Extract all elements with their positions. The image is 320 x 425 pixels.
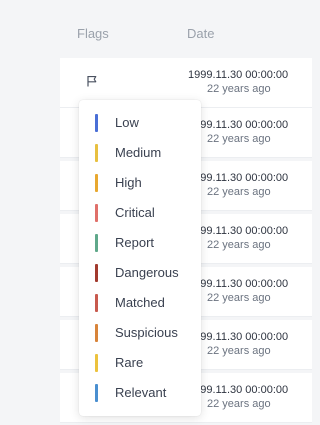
flag-option-label: Dangerous — [115, 265, 179, 280]
date-cell: 1999.11.30 00:00:00 22 years ago — [188, 68, 314, 96]
flag-color-swatch — [95, 204, 98, 222]
flag-option-matched[interactable]: Matched — [79, 288, 201, 318]
date-cell: 1999.11.30 00:00:00 22 years ago — [188, 118, 314, 146]
flag-color-swatch — [95, 144, 98, 162]
date-cell: 1999.11.30 00:00:00 22 years ago — [188, 224, 314, 252]
flag-option-label: Low — [115, 115, 139, 130]
flag-option-suspicious[interactable]: Suspicious — [79, 318, 201, 348]
date-value: 1999.11.30 00:00:00 — [188, 119, 289, 131]
relative-time: 22 years ago — [207, 239, 271, 251]
date-value: 1999.11.30 00:00:00 — [188, 331, 289, 343]
flag-option-label: Rare — [115, 355, 144, 370]
flag-dropdown-menu: Low Medium High Critical Report Dangerou… — [79, 100, 201, 416]
relative-time: 22 years ago — [207, 292, 271, 304]
relative-time: 22 years ago — [207, 398, 271, 410]
flag-option-relevant[interactable]: Relevant — [79, 378, 201, 408]
date-value: 1999.11.30 00:00:00 — [188, 172, 289, 184]
flag-color-swatch — [95, 174, 98, 192]
relative-time: 22 years ago — [207, 345, 271, 357]
flag-color-swatch — [95, 324, 98, 342]
flag-option-report[interactable]: Report — [79, 228, 201, 258]
table-header: Flags Date — [0, 0, 312, 60]
date-value: 1999.11.30 00:00:00 — [188, 278, 289, 290]
date-cell: 1999.11.30 00:00:00 22 years ago — [188, 171, 314, 199]
relative-time: 22 years ago — [207, 83, 271, 95]
date-column-header[interactable]: Date — [187, 26, 214, 41]
flag-option-label: Relevant — [115, 385, 167, 400]
flag-color-swatch — [95, 234, 98, 252]
flag-color-swatch — [95, 114, 98, 132]
flag-color-swatch — [95, 384, 98, 402]
flag-option-label: Report — [115, 235, 155, 250]
date-value: 1999.11.30 00:00:00 — [188, 69, 289, 81]
flag-option-label: Critical — [115, 205, 155, 220]
flags-column-header[interactable]: Flags — [77, 26, 109, 41]
relative-time: 22 years ago — [207, 133, 271, 145]
flag-color-swatch — [95, 294, 98, 312]
date-cell: 1999.11.30 00:00:00 22 years ago — [188, 330, 314, 358]
date-cell: 1999.11.30 00:00:00 22 years ago — [188, 383, 314, 411]
flag-option-label: Suspicious — [115, 325, 178, 340]
relative-time: 22 years ago — [207, 186, 271, 198]
date-value: 1999.11.30 00:00:00 — [188, 225, 289, 237]
flag-color-swatch — [95, 264, 98, 282]
flag-option-critical[interactable]: Critical — [79, 198, 201, 228]
flag-color-swatch — [95, 354, 98, 372]
flag-option-rare[interactable]: Rare — [79, 348, 201, 378]
flag-option-high[interactable]: High — [79, 168, 201, 198]
date-cell: 1999.11.30 00:00:00 22 years ago — [188, 277, 314, 305]
flag-option-medium[interactable]: Medium — [79, 138, 201, 168]
flag-option-low[interactable]: Low — [79, 108, 201, 138]
flag-option-label: Matched — [115, 295, 165, 310]
date-value: 1999.11.30 00:00:00 — [188, 384, 289, 396]
flag-option-label: Medium — [115, 145, 162, 160]
flag-icon[interactable] — [86, 75, 98, 87]
flag-option-dangerous[interactable]: Dangerous — [79, 258, 201, 288]
flag-option-label: High — [115, 175, 142, 190]
